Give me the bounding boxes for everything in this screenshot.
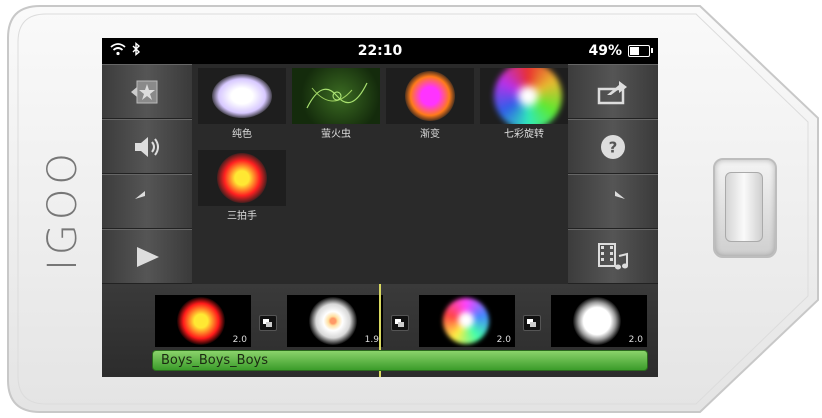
brand-logo: IGOO	[40, 149, 87, 271]
film-music-button[interactable]	[568, 229, 658, 284]
redo-icon	[615, 190, 625, 199]
effect-label: 萤火虫	[321, 129, 351, 140]
share-icon	[597, 80, 627, 104]
undo-button[interactable]	[102, 174, 192, 229]
battery-percent: 49%	[588, 43, 622, 59]
timeline-clip[interactable]: 1.9	[287, 295, 383, 347]
timeline: 2.0 1.9 2.0 2.0 Boys_Boys_Boys	[102, 284, 658, 377]
home-button[interactable]	[713, 158, 777, 258]
play-button[interactable]	[102, 229, 192, 284]
help-icon: ?	[601, 134, 625, 159]
effect-thumbnail	[198, 150, 286, 206]
play-icon	[137, 246, 159, 267]
help-button[interactable]: ?	[568, 119, 658, 174]
effect-label: 七彩旋转	[504, 129, 544, 140]
effect-label: 渐变	[420, 129, 440, 140]
sound-icon	[135, 136, 159, 157]
device-frame: IGOO 22:10 49% 纯色 萤火虫 渐变 七彩旋转 三拍手 ? 2.0 …	[0, 0, 822, 418]
effect-label: 三拍手	[227, 211, 257, 222]
audio-track[interactable]: Boys_Boys_Boys	[152, 350, 648, 371]
effect-tile[interactable]: 三拍手	[198, 150, 286, 226]
clip-duration: 2.0	[628, 335, 643, 345]
screen: 22:10 49% 纯色 萤火虫 渐变 七彩旋转 三拍手 ? 2.0 1.9 2…	[102, 38, 658, 377]
status-bar: 22:10 49%	[102, 38, 658, 64]
effect-thumbnail	[198, 68, 286, 124]
effect-library-button[interactable]	[102, 64, 192, 119]
effect-tile[interactable]: 渐变	[386, 68, 474, 144]
effect-library-icon	[131, 80, 158, 103]
transition-button[interactable]	[391, 315, 409, 331]
status-time: 22:10	[357, 43, 403, 59]
right-toolbar: ?	[568, 64, 658, 284]
sound-button[interactable]	[102, 119, 192, 174]
effect-tile[interactable]: 纯色	[198, 68, 286, 144]
svg-text:?: ?	[609, 138, 618, 156]
effect-tile[interactable]: 七彩旋转	[480, 68, 568, 144]
clip-duration: 2.0	[496, 335, 511, 345]
clip-duration: 1.9	[364, 335, 379, 345]
undo-icon	[135, 190, 145, 199]
timeline-clip[interactable]: 2.0	[551, 295, 647, 347]
effect-thumbnail	[480, 68, 568, 124]
effect-thumbnail	[292, 68, 380, 124]
effect-grid: 纯色 萤火虫 渐变 七彩旋转 三拍手	[192, 64, 568, 284]
film-music-icon	[598, 242, 628, 269]
transition-button[interactable]	[259, 315, 277, 331]
share-button[interactable]	[568, 64, 658, 119]
clip-duration: 2.0	[232, 335, 247, 345]
timeline-clip[interactable]: 2.0	[155, 295, 251, 347]
effect-tile[interactable]: 萤火虫	[292, 68, 380, 144]
effect-thumbnail	[386, 68, 474, 124]
battery-icon	[628, 45, 653, 57]
timeline-clip[interactable]: 2.0	[419, 295, 515, 347]
left-toolbar	[102, 64, 192, 284]
redo-button[interactable]	[568, 174, 658, 229]
transition-button[interactable]	[523, 315, 541, 331]
effect-label: 纯色	[232, 129, 252, 140]
